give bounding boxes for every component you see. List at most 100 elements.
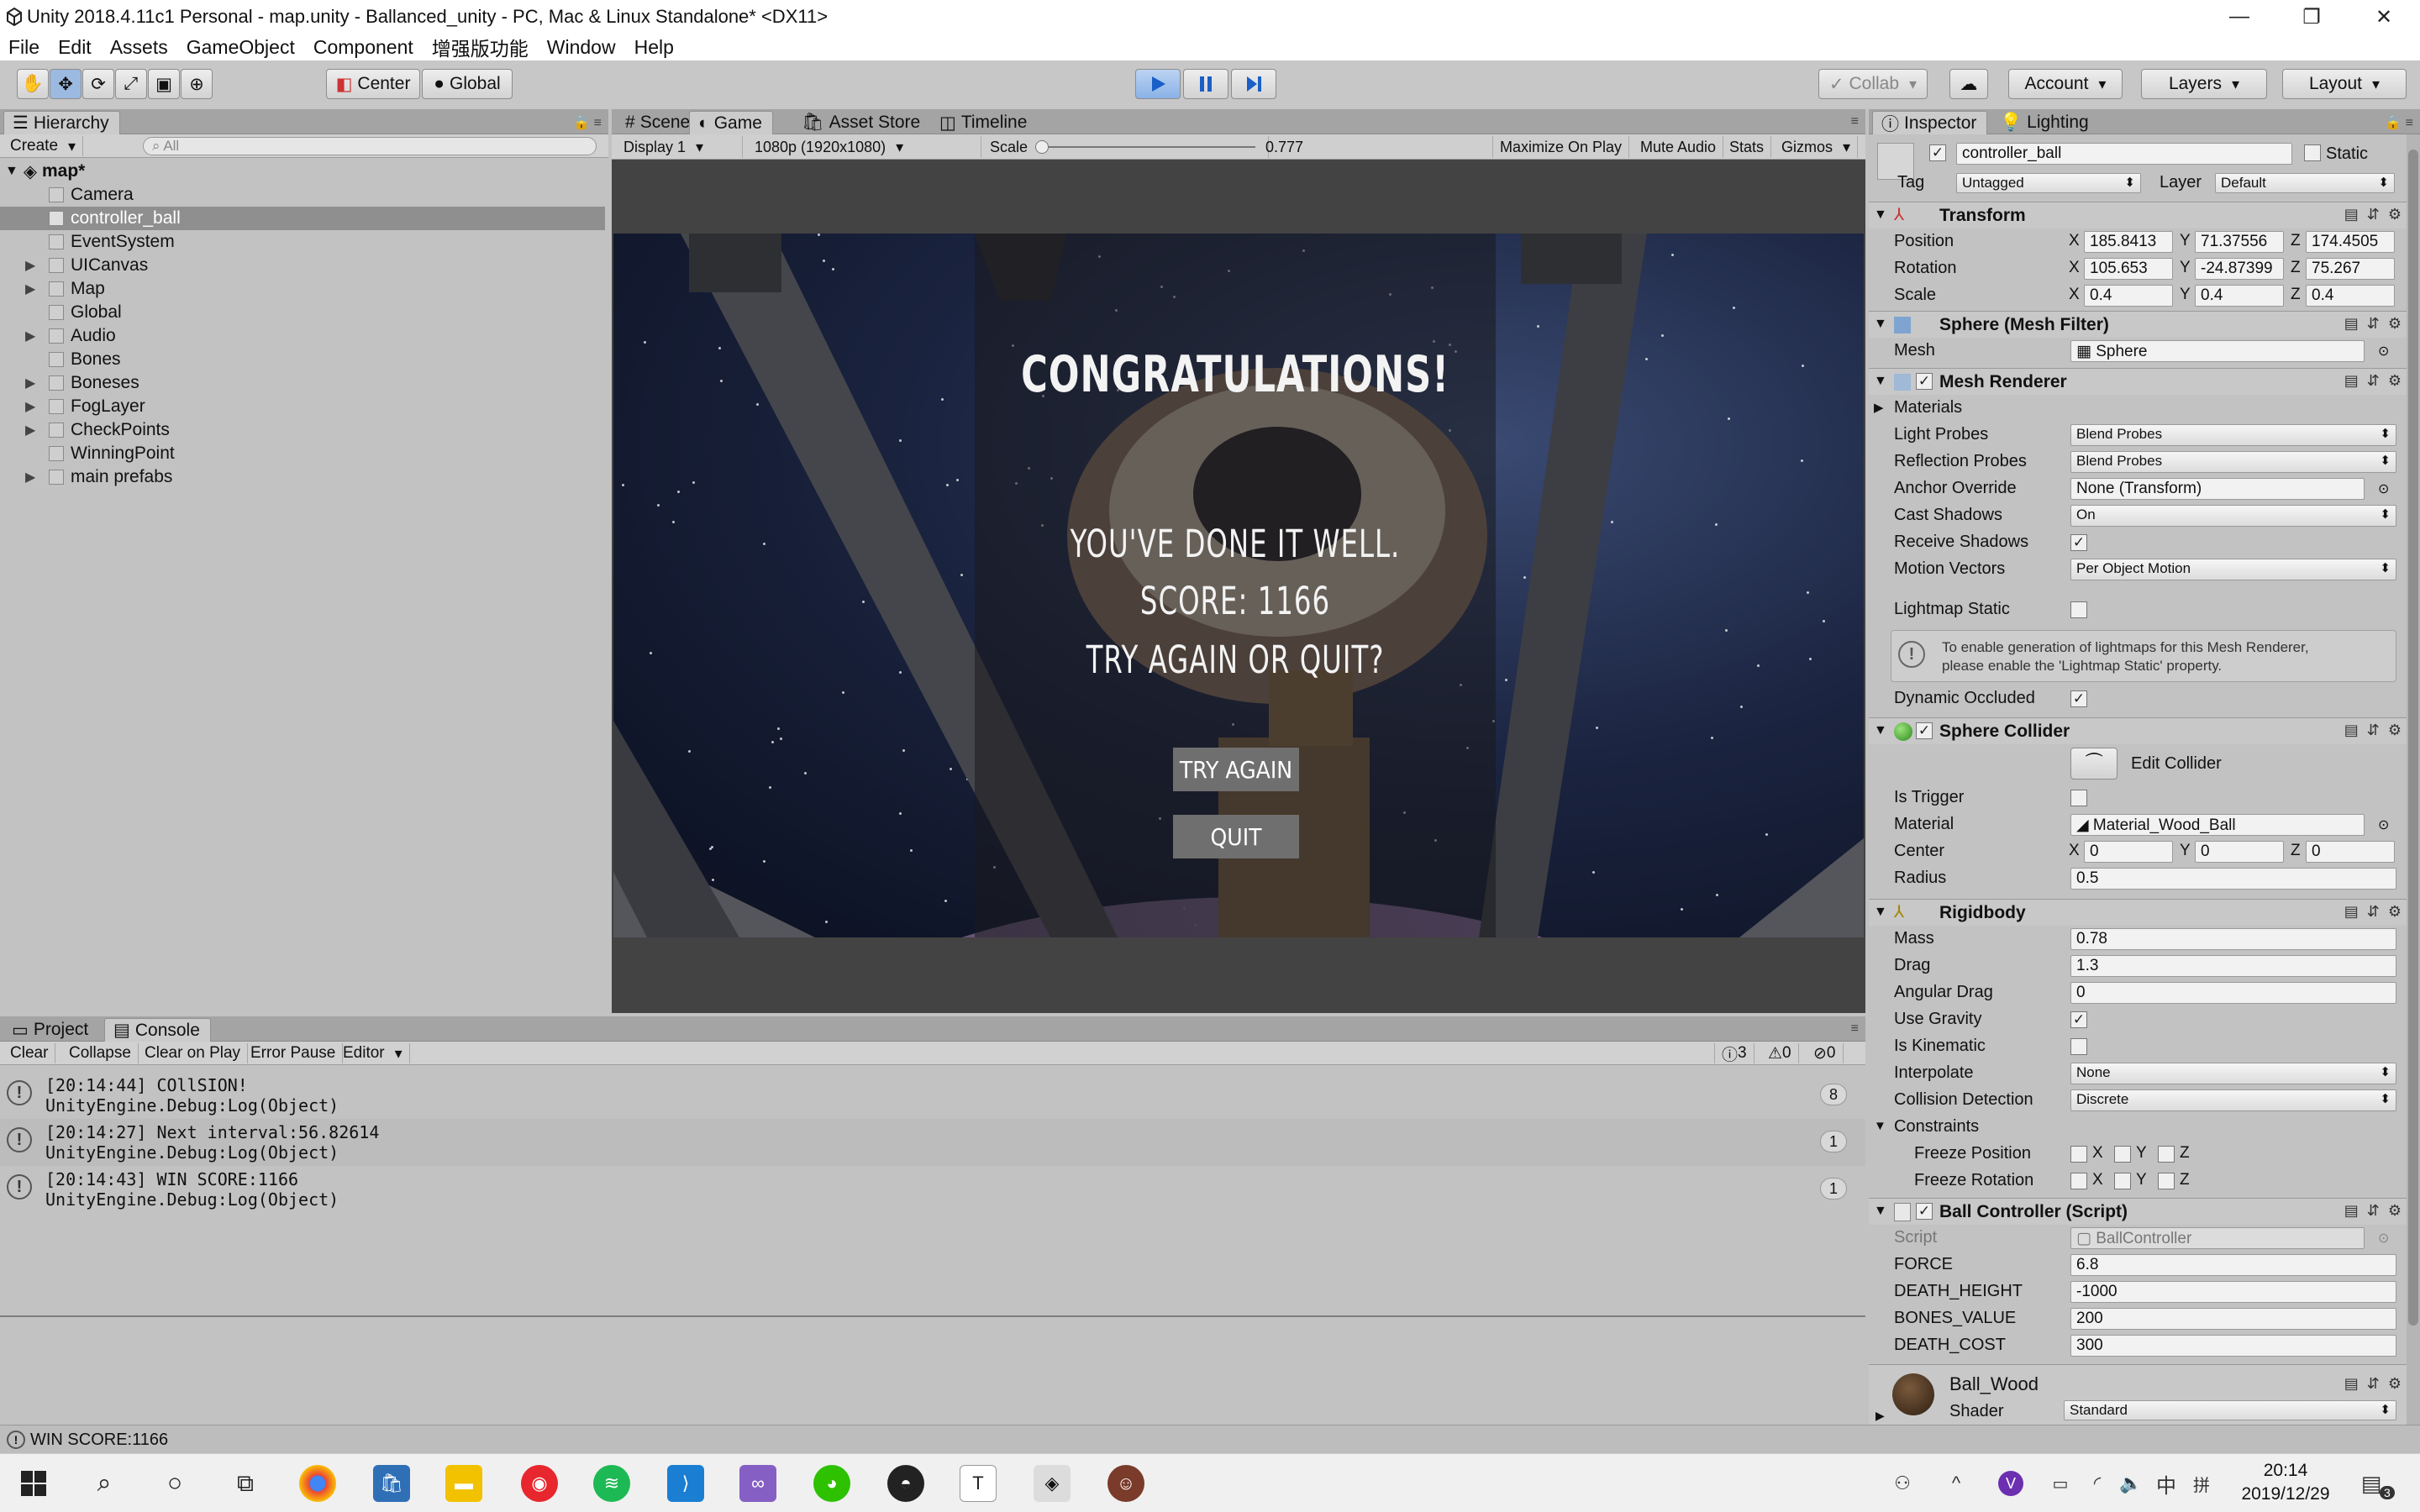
object-picker-icon[interactable]: ⊙: [2378, 816, 2389, 833]
sphere-collider-header[interactable]: ▼ ✓ Sphere Collider ▤⇵⚙: [1869, 717, 2420, 744]
expand-arrow-icon[interactable]: ▶: [25, 398, 35, 415]
collab-dropdown[interactable]: ✓ Collab: [1818, 69, 1928, 99]
drag-field[interactable]: 1.3: [2070, 955, 2396, 977]
pause-button[interactable]: [1183, 69, 1228, 99]
collapse-toggle[interactable]: Collapse: [62, 1043, 139, 1063]
typora-icon[interactable]: T: [960, 1465, 997, 1502]
maximize-button[interactable]: ❐: [2275, 0, 2348, 34]
clear-button[interactable]: Clear: [3, 1043, 56, 1063]
expand-arrow-icon[interactable]: ▶: [25, 422, 35, 438]
rotate-tool-icon[interactable]: ⟳: [82, 69, 114, 99]
vscode-icon[interactable]: ⟩: [667, 1465, 704, 1502]
mesh-renderer-header[interactable]: ▼ ✓ Mesh Renderer ▤⇵⚙: [1869, 368, 2420, 395]
mesh-renderer-enabled-checkbox[interactable]: ✓: [1916, 373, 1933, 390]
battery-icon[interactable]: ▭: [2042, 1465, 2079, 1502]
death-height-field[interactable]: -1000: [2070, 1281, 2396, 1303]
hierarchy-item[interactable]: WinningPoint: [0, 442, 605, 465]
ime-indicator[interactable]: 中: [2148, 1465, 2185, 1502]
stats-toggle[interactable]: Stats: [1723, 136, 1772, 158]
people-icon[interactable]: ⚇: [1884, 1465, 1921, 1502]
dynamic-occluded-checkbox[interactable]: ✓: [2070, 690, 2087, 707]
task-view-icon[interactable]: ⧉: [227, 1465, 264, 1502]
static-checkbox[interactable]: [2304, 144, 2321, 161]
shader-dropdown[interactable]: Standard: [2064, 1400, 2396, 1420]
vpn-tray-icon[interactable]: V: [1998, 1471, 2023, 1496]
component-menu-icon[interactable]: ▤⇵⚙: [2344, 722, 2410, 739]
clock-time[interactable]: 20:14: [2235, 1461, 2336, 1481]
mute-audio-toggle[interactable]: Mute Audio: [1634, 136, 1724, 158]
scale-tool-icon[interactable]: ⤢: [115, 69, 147, 99]
anchor-override-field[interactable]: None (Transform): [2070, 478, 2365, 500]
active-checkbox[interactable]: ✓: [1929, 144, 1946, 161]
object-picker-icon[interactable]: ⊙: [2378, 343, 2389, 360]
quit-button[interactable]: QUIT: [1173, 815, 1299, 858]
tab-timeline[interactable]: ◫ Timeline: [931, 111, 1037, 134]
is-trigger-checkbox[interactable]: [2070, 790, 2087, 806]
layer-dropdown[interactable]: Default: [2215, 173, 2395, 193]
editor-dropdown[interactable]: Editor: [336, 1043, 410, 1063]
hand-tool-icon[interactable]: ✋: [17, 69, 49, 99]
hierarchy-search-input[interactable]: ⌕ All: [143, 137, 597, 155]
constraints-foldout[interactable]: ▼ Constraints: [1869, 1114, 2420, 1141]
menu-window[interactable]: Window: [539, 36, 626, 59]
mesh-filter-header[interactable]: ▼ Sphere (Mesh Filter) ▤⇵⚙: [1869, 311, 2420, 338]
hierarchy-item[interactable]: ▶ Boneses: [0, 371, 605, 395]
scale-slider[interactable]: Scale: [983, 136, 1269, 158]
expand-arrow-icon[interactable]: ▶: [25, 375, 35, 391]
menu-help[interactable]: Help: [626, 36, 684, 59]
warning-count-toggle[interactable]: ⚠ 0: [1761, 1043, 1799, 1063]
scrollbar-thumb[interactable]: [2408, 150, 2418, 1326]
tab-game[interactable]: ◐ Game: [689, 111, 773, 134]
volume-icon[interactable]: 🔈: [2112, 1465, 2149, 1502]
create-dropdown[interactable]: Create: [3, 136, 84, 156]
hierarchy-item[interactable]: ▶ FogLayer: [0, 395, 605, 418]
component-menu-icon[interactable]: ▤⇵⚙: [2344, 206, 2410, 223]
component-menu-icon[interactable]: ▤⇵⚙: [2344, 903, 2410, 921]
tab-console[interactable]: ▤ Console: [104, 1018, 211, 1042]
step-button[interactable]: [1231, 69, 1276, 99]
menu-edit[interactable]: Edit: [50, 36, 102, 59]
transform-tool-icon[interactable]: ⊕: [181, 69, 213, 99]
close-button[interactable]: ✕: [2348, 0, 2420, 34]
tab-asset-store[interactable]: 🛍 Asset Store: [793, 111, 930, 134]
expand-arrow-icon[interactable]: ▶: [25, 257, 35, 274]
rotation-x-field[interactable]: 105.653: [2084, 258, 2173, 280]
menu-gameobject[interactable]: GameObject: [178, 36, 305, 59]
console-entry[interactable]: ! [20:14:27] Next interval:56.82614 UnityE…: [0, 1119, 1865, 1166]
hierarchy-item[interactable]: ▶ main prefabs: [0, 465, 605, 489]
expand-arrow-icon[interactable]: ▶: [25, 469, 35, 486]
radius-field[interactable]: 0.5: [2070, 868, 2396, 890]
object-name-field[interactable]: controller_ball: [1956, 143, 2292, 165]
error-pause-toggle[interactable]: Error Pause: [244, 1043, 344, 1063]
materials-foldout[interactable]: ▶ Materials: [1869, 395, 2420, 422]
center-z-field[interactable]: 0: [2306, 841, 2395, 863]
angular-drag-field[interactable]: 0: [2070, 982, 2396, 1004]
death-cost-field[interactable]: 300: [2070, 1335, 2396, 1357]
menu-assets[interactable]: Assets: [102, 36, 178, 59]
file-explorer-icon[interactable]: ▬: [445, 1465, 482, 1502]
hierarchy-item[interactable]: EventSystem: [0, 230, 605, 254]
center-y-field[interactable]: 0: [2195, 841, 2284, 863]
log-count-toggle[interactable]: ⓘ 3: [1714, 1043, 1754, 1064]
clock-date[interactable]: 2019/12/29: [2235, 1484, 2336, 1504]
tab-hierarchy[interactable]: ☰ Hierarchy: [3, 111, 120, 134]
resolution-dropdown[interactable]: 1080p (1920x1080): [748, 136, 981, 158]
game-viewport[interactable]: CONGRATULATIONS! YOU'VE DONE IT WELL. SC…: [612, 160, 1865, 1013]
ime-mode-icon[interactable]: 拼: [2183, 1465, 2220, 1502]
tag-dropdown[interactable]: Untagged: [1956, 173, 2141, 193]
tab-inspector[interactable]: ⓘ Inspector: [1872, 111, 1988, 134]
rect-tool-icon[interactable]: ▣: [148, 69, 180, 99]
panel-menu-icon[interactable]: 🔒 ≡: [573, 114, 602, 131]
receive-shadows-checkbox[interactable]: ✓: [2070, 534, 2087, 551]
move-tool-icon[interactable]: ✥: [50, 69, 82, 99]
chevron-up-icon[interactable]: ^: [1938, 1465, 1975, 1502]
clear-on-play-toggle[interactable]: Clear on Play: [138, 1043, 249, 1063]
scene-root[interactable]: ▼ ◈ map*: [0, 160, 605, 183]
motion-vectors-dropdown[interactable]: Per Object Motion: [2070, 559, 2396, 580]
hierarchy-item[interactable]: ▶ Map: [0, 277, 605, 301]
component-menu-icon[interactable]: ▤⇵⚙: [2344, 315, 2410, 333]
interpolate-dropdown[interactable]: None: [2070, 1063, 2396, 1084]
position-x-field[interactable]: 185.8413: [2084, 231, 2173, 253]
freeze-position-y-checkbox[interactable]: [2114, 1146, 2131, 1163]
panel-menu-icon[interactable]: ≡: [1851, 114, 1859, 129]
